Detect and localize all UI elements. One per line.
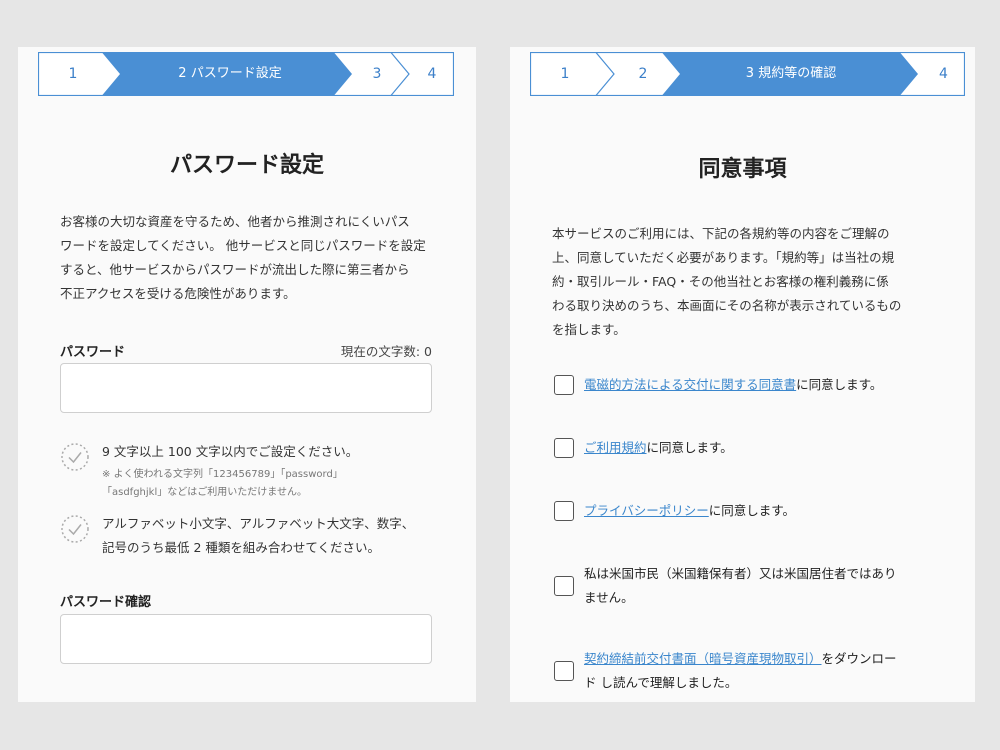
agree-text: 電磁的方法による交付に関する同意書に同意します。 [584, 373, 939, 397]
intro-line: ワードを設定してください。 他サービスと同じパスワードを設定 [60, 238, 426, 253]
password-confirm-label: パスワード確認 [60, 595, 152, 610]
password-confirm-input[interactable] [60, 614, 432, 664]
agree-us-person: 私は米国市民（米国籍保有者）又は米国居住者ではあり ません。 [554, 562, 944, 612]
agree-checkbox[interactable] [554, 438, 574, 458]
agree-checkbox[interactable] [554, 375, 574, 395]
agree-suffix: に同意します。 [796, 377, 883, 392]
agree-electronic-delivery: 電磁的方法による交付に関する同意書に同意します。 [554, 373, 944, 399]
agree-pre-contract-document: 契約締結前交付書面（暗号資産現物取引）をダウンロー ド し読んで理解しました。 [554, 647, 944, 697]
agree-suffix: に同意します。 [708, 503, 796, 518]
step-4: 4 [427, 66, 437, 82]
step-3-active: 3 規約等の確認 [745, 66, 837, 81]
step-1: 1 [560, 66, 570, 82]
intro-line: わる取り決めのうち、本画面にその名称が表示されているもの [552, 298, 902, 313]
step-1: 1 [68, 66, 78, 82]
progress-stepper: 1 2 3 規約等の確認 4 [530, 52, 965, 96]
intro-line: を指します。 [552, 322, 626, 337]
privacy-policy-link[interactable]: プライバシーポリシー [584, 503, 709, 518]
agree-checkbox[interactable] [554, 501, 574, 521]
char-count: 現在の文字数: 0 [340, 344, 432, 359]
step-2: 2 [638, 66, 648, 82]
agree-suffix: をダウンロー [821, 651, 897, 666]
rule-length: 9 文字以上 100 文字以内でご設定ください。 ※ よく使われる文字列「123… [60, 442, 440, 512]
intro-text: 本サービスのご利用には、下記の各規約等の内容をご理解の 上、同意していただく必要… [552, 222, 940, 342]
pre-contract-document-link[interactable]: 契約締結前交付書面（暗号資産現物取引） [584, 651, 822, 666]
rule-line: 記号のうち最低 2 種類を組み合わせてください。 [102, 540, 381, 555]
intro-text: お客様の大切な資産を守るため、他者から推測されにくいパス ワードを設定してくださ… [60, 210, 440, 306]
agree-checkbox[interactable] [554, 661, 574, 681]
agree-line: 私は米国市民（米国籍保有者）又は米国居住者ではあり [584, 566, 897, 581]
rule-note: ※ よく使われる文字列「123456789」「password」 [102, 469, 343, 480]
agree-text: 私は米国市民（米国籍保有者）又は米国居住者ではあり ません。 [584, 562, 939, 610]
intro-line: お客様の大切な資産を守るため、他者から推測されにくいパス [60, 214, 410, 229]
page-title: 同意事項 [698, 157, 787, 182]
agree-privacy-policy: プライバシーポリシーに同意します。 [554, 499, 944, 525]
agreement-screen: 1 2 3 規約等の確認 4 同意事項 本サービスのご利用には、下記の各規約等の… [510, 47, 975, 702]
terms-of-use-link[interactable]: ご利用規約 [584, 440, 647, 455]
rule-text: 9 文字以上 100 文字以内でご設定ください。 [102, 444, 359, 459]
password-input[interactable] [60, 363, 432, 413]
step-3: 3 [372, 66, 382, 82]
agree-suffix: に同意します。 [646, 440, 733, 455]
rule-line: アルファベット小文字、アルファベット大文字、数字、 [102, 516, 415, 531]
agree-text: ご利用規約に同意します。 [584, 436, 939, 460]
dotted-check-circle-icon [61, 515, 89, 543]
agree-text: 契約締結前交付書面（暗号資産現物取引）をダウンロー ド し読んで理解しました。 [584, 647, 939, 695]
dotted-check-circle-icon [61, 443, 89, 471]
agree-line: ド し読んで理解しました。 [584, 675, 738, 690]
rule-complexity: アルファベット小文字、アルファベット大文字、数字、 記号のうち最低 2 種類を組… [60, 514, 440, 566]
intro-line: 約・取引ルール・FAQ・その他当社とお客様の権利義務に係 [552, 274, 889, 289]
agree-checkbox[interactable] [554, 576, 574, 596]
intro-line: すると、他サービスからパスワードが流出した際に第三者から [60, 262, 410, 277]
password-setup-screen: 1 2 パスワード設定 3 4 パスワード設定 お客様の大切な資産を守るため、他… [18, 47, 476, 702]
agree-line: ません。 [584, 590, 634, 605]
agree-text: プライバシーポリシーに同意します。 [584, 499, 939, 523]
step-4: 4 [939, 66, 948, 82]
step-2-active: 2 パスワード設定 [178, 66, 282, 81]
intro-line: 上、同意していただく必要があります。「規約等」は当社の規 [552, 250, 895, 265]
rule-text: アルファベット小文字、アルファベット大文字、数字、 記号のうち最低 2 種類を組… [102, 512, 442, 560]
agree-line: 契約締結前交付書面（暗号資産現物取引）をダウンロー [584, 647, 939, 671]
electronic-delivery-consent-link[interactable]: 電磁的方法による交付に関する同意書 [584, 377, 796, 392]
progress-stepper: 1 2 パスワード設定 3 4 [38, 52, 454, 96]
intro-line: 本サービスのご利用には、下記の各規約等の内容をご理解の [552, 226, 890, 241]
agree-terms-of-use: ご利用規約に同意します。 [554, 436, 944, 462]
rule-note: 「asdfghjkl」などはご利用いただけません。 [102, 487, 307, 498]
password-label: パスワード [60, 345, 126, 360]
intro-line: 不正アクセスを受ける危険性があります。 [60, 286, 296, 301]
page-title: パスワード設定 [169, 153, 324, 178]
